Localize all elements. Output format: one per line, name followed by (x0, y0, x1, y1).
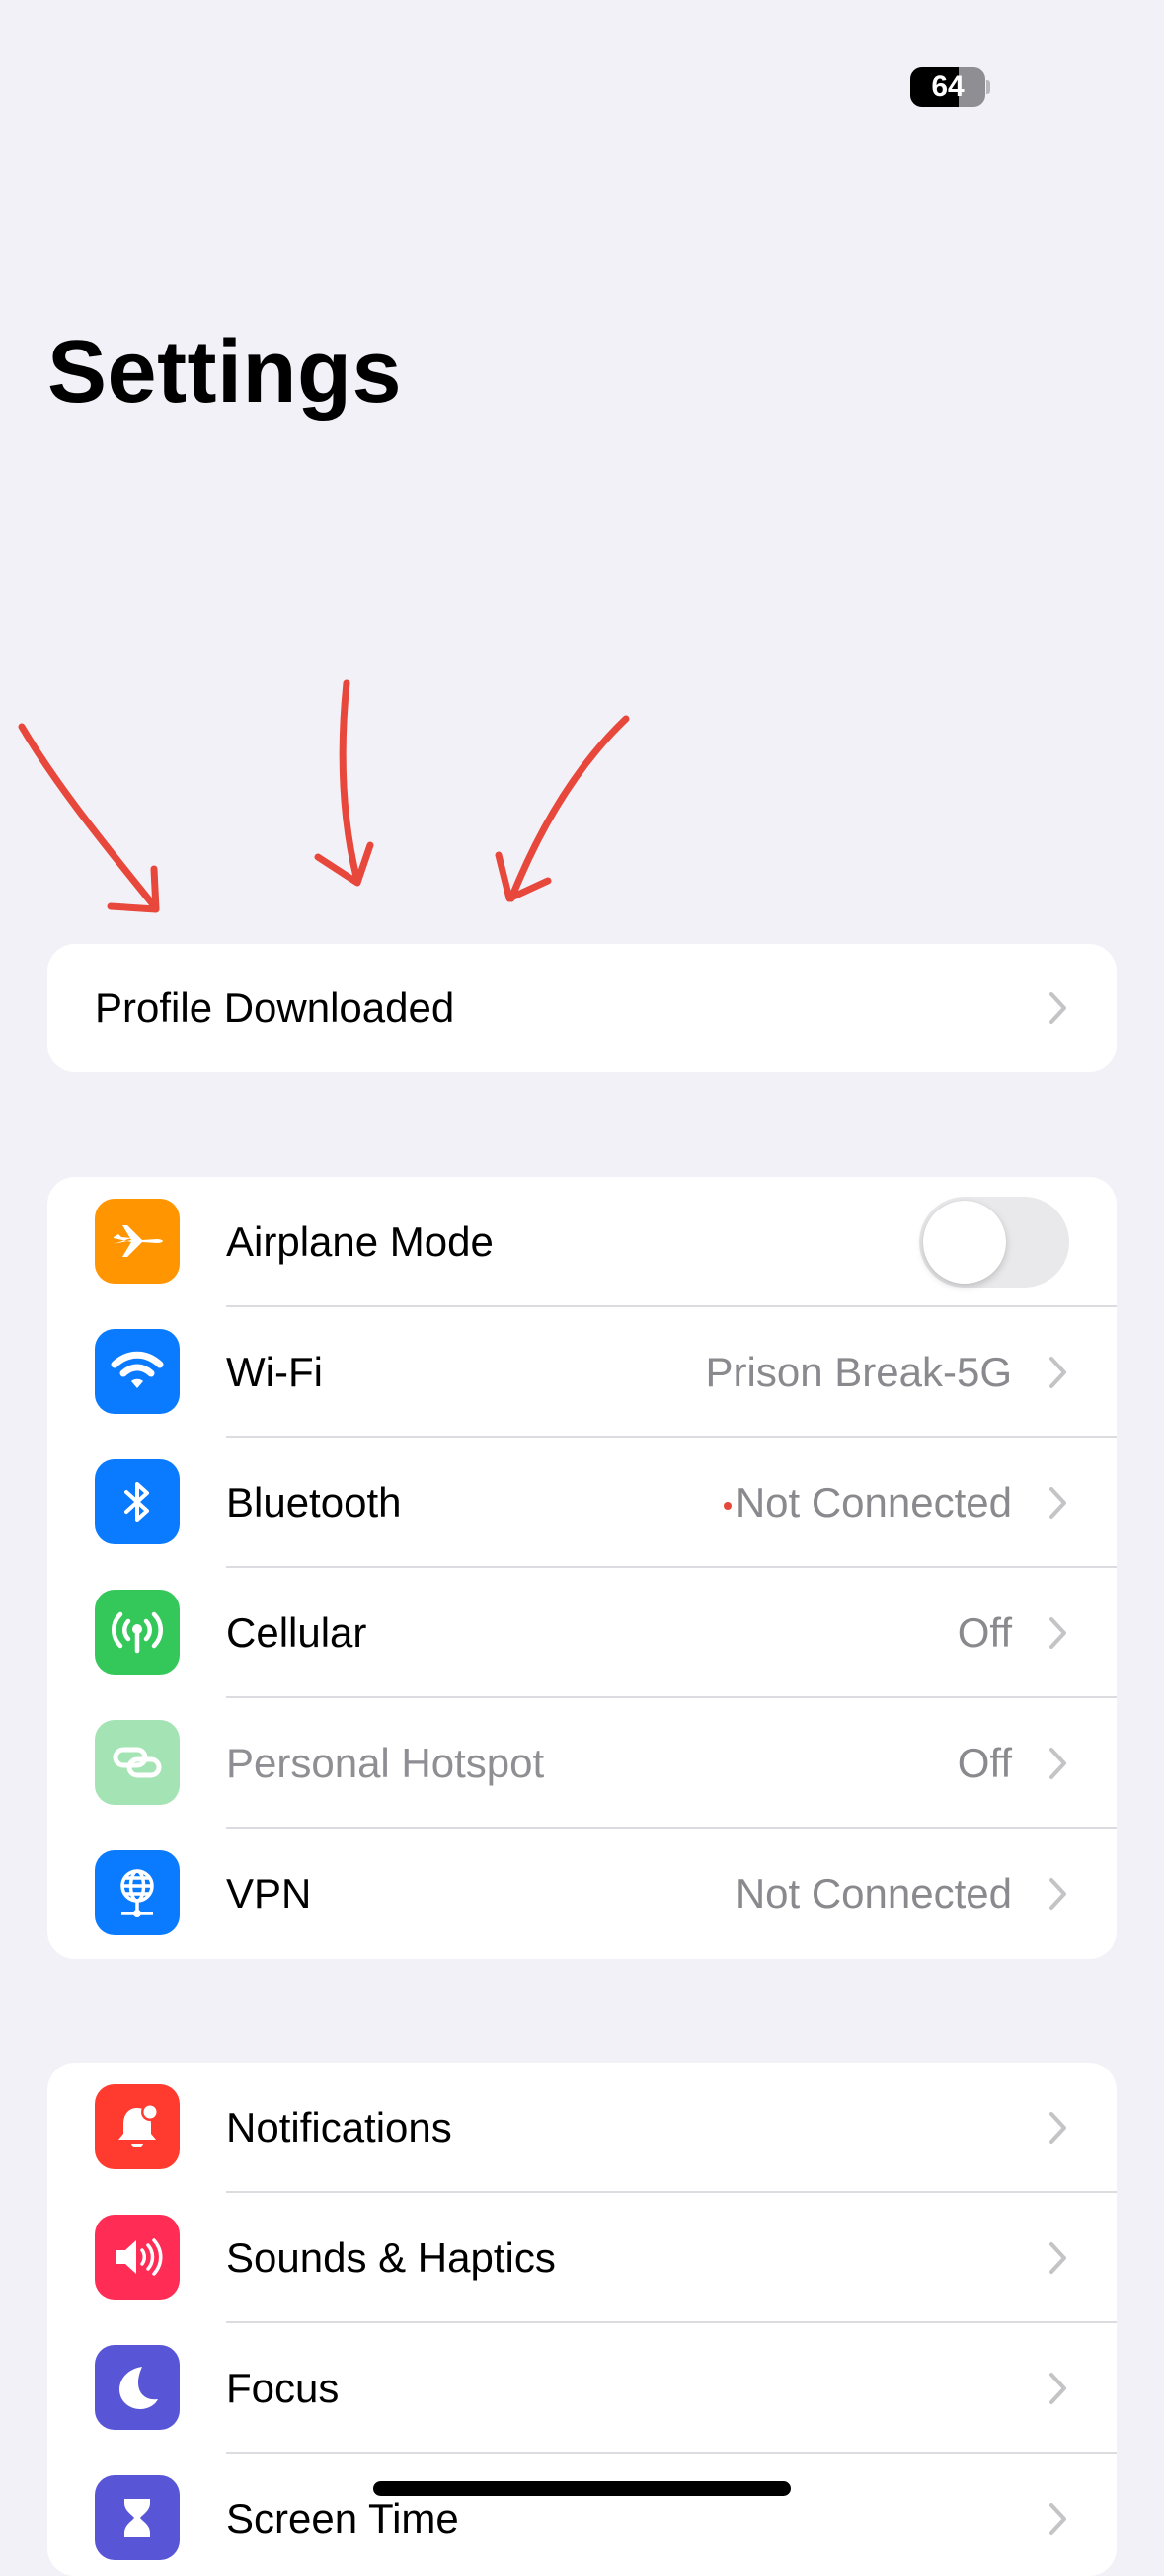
notifications-group: Notifications Sounds & Haptics Focus Scr… (47, 2063, 1117, 2576)
chevron-right-icon (1049, 1878, 1066, 1910)
vpn-value: Not Connected (735, 1870, 1012, 1916)
toggle-knob (923, 1201, 1006, 1284)
annotation-arrow-left (18, 723, 160, 913)
wifi-label: Wi-Fi (226, 1349, 323, 1395)
chevron-right-icon (1049, 2373, 1066, 2404)
chevron-right-icon (1049, 1487, 1066, 1519)
status-dot (723, 1501, 732, 1510)
airplane-mode-row: Airplane Mode (47, 1177, 1117, 1307)
chevron-right-icon (1049, 1357, 1066, 1388)
bluetooth-label: Bluetooth (226, 1479, 402, 1525)
chevron-right-icon (1049, 2242, 1066, 2274)
bluetooth-status: Not Connected (723, 1438, 1012, 1568)
chevron-right-icon (1049, 2112, 1066, 2144)
chevron-right-icon (1049, 2503, 1066, 2535)
bluetooth-icon (95, 1459, 180, 1544)
wifi-icon (95, 1329, 180, 1414)
chevron-right-icon (1049, 1748, 1066, 1779)
connectivity-group: Airplane Mode Wi-Fi Prison Break-5G Blue… (47, 1177, 1117, 1959)
vpn-label: VPN (226, 1870, 312, 1916)
battery-indicator: 64 (910, 67, 990, 107)
cellular-label: Cellular (226, 1609, 367, 1656)
hourglass-icon (95, 2475, 180, 2560)
battery-tip (986, 80, 990, 94)
airplane-mode-label: Airplane Mode (226, 1218, 494, 1265)
airplane-mode-toggle[interactable] (919, 1197, 1069, 1288)
link-icon (95, 1720, 180, 1805)
profile-downloaded-label: Profile Downloaded (95, 984, 455, 1031)
airplane-icon (95, 1199, 180, 1284)
notifications-label: Notifications (226, 2104, 452, 2150)
wifi-network-value: Prison Break-5G (705, 1349, 1012, 1395)
home-indicator (373, 2481, 791, 2496)
antenna-icon (95, 1590, 180, 1675)
bluetooth-row[interactable]: Bluetooth Not Connected (47, 1438, 1117, 1568)
annotation-arrow-middle (314, 679, 374, 887)
screen-time-row[interactable]: Screen Time (47, 2454, 1117, 2576)
focus-label: Focus (226, 2365, 340, 2411)
vpn-row[interactable]: VPN Not Connected (47, 1829, 1117, 1959)
bell-icon (95, 2084, 180, 2169)
chevron-right-icon (1049, 992, 1066, 1024)
chevron-right-icon (1049, 1617, 1066, 1649)
personal-hotspot-label: Personal Hotspot (226, 1740, 545, 1786)
sounds-haptics-label: Sounds & Haptics (226, 2234, 556, 2281)
focus-row[interactable]: Focus (47, 2323, 1117, 2454)
notifications-row[interactable]: Notifications (47, 2063, 1117, 2193)
annotation-arrow-right (495, 715, 630, 902)
cellular-value: Off (957, 1609, 1012, 1656)
sounds-haptics-row[interactable]: Sounds & Haptics (47, 2193, 1117, 2323)
globe-icon (95, 1850, 180, 1935)
page-title: Settings (47, 323, 403, 422)
battery-body: 64 (910, 67, 985, 107)
personal-hotspot-row[interactable]: Personal Hotspot Off (47, 1698, 1117, 1829)
moon-icon (95, 2345, 180, 2430)
cellular-row[interactable]: Cellular Off (47, 1568, 1117, 1698)
battery-level: 64 (931, 70, 965, 103)
screen-time-label: Screen Time (226, 2495, 459, 2541)
personal-hotspot-value: Off (957, 1740, 1012, 1786)
speaker-icon (95, 2215, 180, 2300)
wifi-row[interactable]: Wi-Fi Prison Break-5G (47, 1307, 1117, 1438)
bluetooth-status-value: Not Connected (735, 1479, 1012, 1525)
profile-downloaded-row[interactable]: Profile Downloaded (47, 944, 1117, 1072)
annotation-arrows (18, 679, 630, 913)
